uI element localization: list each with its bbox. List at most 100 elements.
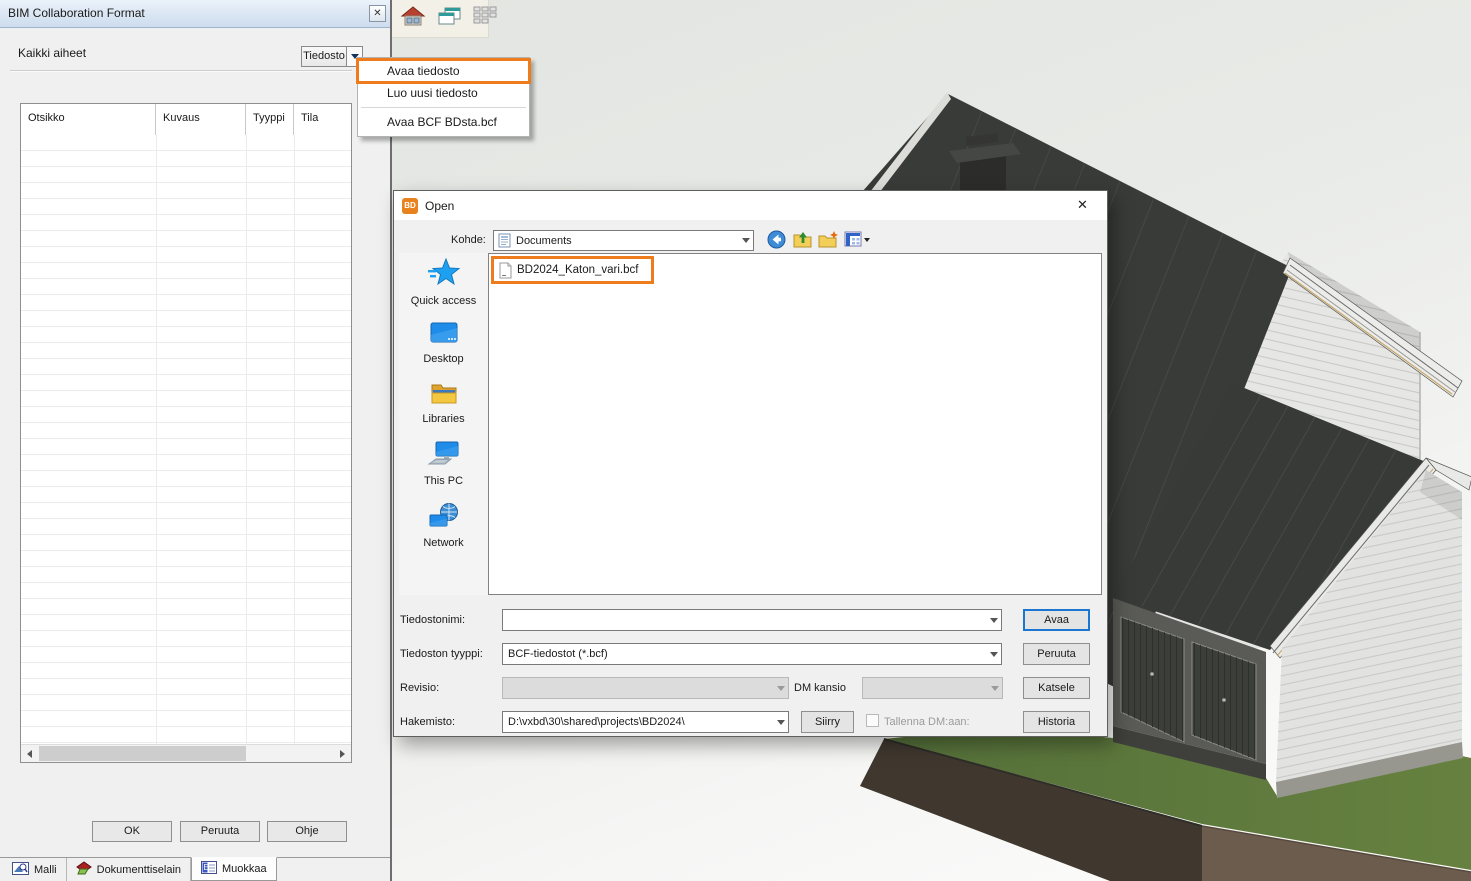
- table-header-row: Otsikko Kuvaus Tyyppi Tila: [21, 104, 351, 136]
- dialog-nav-toolbar: [766, 229, 871, 255]
- bim-collaboration-panel: BIM Collaboration Format ✕ Kaikki aiheet…: [0, 0, 392, 881]
- up-one-level-icon[interactable]: [792, 230, 813, 254]
- view-button[interactable]: Katsele: [1023, 677, 1090, 699]
- place-network[interactable]: Network: [399, 501, 488, 549]
- look-in-combobox[interactable]: Documents: [493, 230, 754, 251]
- places-sidebar: Quick access Desktop Libraries This PC N…: [399, 253, 488, 595]
- close-icon[interactable]: ✕: [369, 5, 386, 22]
- grid-line: [246, 135, 247, 745]
- view-menu-icon[interactable]: [844, 231, 871, 253]
- tab-malli[interactable]: Malli: [3, 858, 67, 881]
- scroll-left-icon[interactable]: [21, 745, 38, 762]
- table-body-empty[interactable]: [21, 135, 351, 745]
- bottom-tab-strip: Malli Dokumenttiselain E Muokkaa: [0, 857, 390, 881]
- revision-combobox: [502, 677, 789, 699]
- document-browser-tab-icon: [76, 861, 92, 878]
- application-window: BIM Collaboration Format ✕ Kaikki aiheet…: [0, 0, 1471, 881]
- place-this-pc[interactable]: This PC: [399, 439, 488, 487]
- directory-value: D:\vxbd\30\shared\projects\BD2024\: [503, 716, 774, 728]
- file-type-value: BCF-tiedostot (*.bcf): [503, 648, 987, 660]
- file-icon: [499, 262, 512, 279]
- place-label: Network: [399, 537, 488, 549]
- chevron-down-icon[interactable]: [987, 618, 1001, 623]
- place-label: Quick access: [399, 295, 488, 307]
- desktop-icon: [428, 319, 460, 347]
- column-header-otsikko[interactable]: Otsikko: [21, 104, 156, 135]
- quick-access-icon: [427, 257, 461, 289]
- look-in-label: Kohde:: [451, 234, 486, 246]
- file-name-combobox[interactable]: [502, 609, 1002, 631]
- libraries-icon: [428, 379, 460, 407]
- dm-folder-label: DM kansio: [794, 682, 846, 694]
- file-name-label: Tiedostonimi:: [400, 614, 465, 626]
- save-to-dm-label: Tallenna DM:aan:: [884, 716, 970, 728]
- dialog-titlebar[interactable]: BD Open: [394, 191, 1107, 220]
- file-item-bcf[interactable]: BD2024_Katon_vari.bcf: [491, 256, 654, 284]
- chevron-down-icon[interactable]: [774, 720, 788, 725]
- tab-label: Muokkaa: [222, 863, 267, 875]
- revision-label: Revisio:: [400, 682, 439, 694]
- file-type-label: Tiedoston tyyppi:: [400, 648, 483, 660]
- dialog-cancel-button[interactable]: Peruuta: [1023, 643, 1090, 665]
- open-button[interactable]: Avaa: [1023, 609, 1090, 631]
- place-libraries[interactable]: Libraries: [399, 379, 488, 425]
- help-button[interactable]: Ohje: [267, 821, 347, 842]
- file-item-label: BD2024_Katon_vari.bcf: [517, 264, 638, 276]
- svg-text:E: E: [204, 863, 209, 872]
- bd-app-icon: BD: [402, 198, 418, 214]
- file-list[interactable]: BD2024_Katon_vari.bcf: [488, 253, 1102, 595]
- tab-dokumenttiselain[interactable]: Dokumenttiselain: [67, 858, 191, 881]
- column-header-kuvaus[interactable]: Kuvaus: [156, 104, 246, 135]
- cancel-button[interactable]: Peruuta: [180, 821, 260, 842]
- place-label: Libraries: [399, 413, 488, 425]
- place-desktop[interactable]: Desktop: [399, 319, 488, 365]
- column-header-tyyppi[interactable]: Tyyppi: [246, 104, 294, 135]
- place-quick-access[interactable]: Quick access: [399, 257, 488, 307]
- tab-label: Malli: [34, 864, 57, 876]
- cascade-windows-icon[interactable]: [436, 4, 462, 33]
- tile-windows-icon[interactable]: [472, 4, 498, 33]
- file-type-combobox[interactable]: BCF-tiedostot (*.bcf): [502, 643, 1002, 665]
- horizontal-scrollbar[interactable]: [21, 744, 351, 762]
- scrollbar-thumb[interactable]: [39, 746, 246, 761]
- this-pc-icon: [427, 439, 461, 469]
- save-to-dm-checkbox: [866, 714, 879, 727]
- subjects-table[interactable]: Otsikko Kuvaus Tyyppi Tila: [20, 103, 352, 763]
- scroll-right-icon[interactable]: [334, 745, 351, 762]
- menu-separator: [361, 107, 526, 108]
- dialog-close-icon[interactable]: ✕: [1077, 197, 1088, 213]
- dm-folder-combobox: [862, 677, 1003, 699]
- directory-label: Hakemisto:: [400, 716, 455, 728]
- open-file-dialog: BD Open ✕ Kohde: Documents: [393, 190, 1108, 737]
- history-button[interactable]: Historia: [1023, 711, 1090, 733]
- chevron-down-icon[interactable]: [739, 238, 753, 243]
- chevron-down-icon[interactable]: [987, 652, 1001, 657]
- tab-label: Dokumenttiselain: [97, 864, 181, 876]
- edit-tab-icon: E: [201, 861, 217, 877]
- file-dropdown-menu: Avaa tiedosto Luo uusi tiedosto Avaa BCF…: [357, 57, 530, 137]
- directory-combobox[interactable]: D:\vxbd\30\shared\projects\BD2024\: [502, 711, 789, 733]
- new-folder-icon[interactable]: [818, 230, 839, 254]
- ok-button[interactable]: OK: [92, 821, 172, 842]
- file-button-label[interactable]: Tiedosto: [301, 46, 347, 67]
- grid-line: [294, 135, 295, 745]
- menu-item-luo-uusi-tiedosto[interactable]: Luo uusi tiedosto: [358, 82, 529, 104]
- menu-item-avaa-tiedosto[interactable]: Avaa tiedosto: [358, 60, 529, 82]
- viewport-toolbar: [392, 0, 489, 38]
- back-icon[interactable]: [766, 229, 787, 255]
- tab-muokkaa[interactable]: E Muokkaa: [191, 857, 277, 881]
- separator: [10, 70, 352, 72]
- dialog-title: Open: [425, 199, 454, 213]
- place-label: This PC: [399, 475, 488, 487]
- menu-item-avaa-bcf-bdsta[interactable]: Avaa BCF BDsta.bcf: [358, 111, 529, 133]
- go-button[interactable]: Siirry: [801, 711, 854, 733]
- look-in-value: Documents: [511, 235, 739, 247]
- file-split-button[interactable]: Tiedosto: [301, 46, 363, 67]
- panel-titlebar: BIM Collaboration Format ✕: [0, 0, 390, 28]
- model-home-icon[interactable]: [400, 4, 426, 33]
- all-subjects-label: Kaikki aiheet: [18, 46, 86, 60]
- model-tab-icon: [12, 862, 29, 878]
- column-header-tila[interactable]: Tila: [294, 104, 351, 135]
- documents-icon: [498, 233, 511, 248]
- place-label: Desktop: [399, 353, 488, 365]
